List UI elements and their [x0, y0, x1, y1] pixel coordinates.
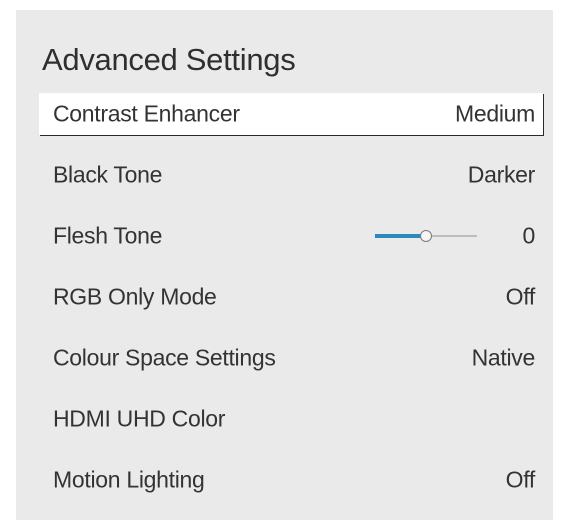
flesh-tone-slider[interactable]: [375, 230, 477, 242]
menu-item-colour-space-settings[interactable]: Colour Space Settings Native: [39, 337, 543, 379]
menu-item-value: Medium: [454, 100, 535, 127]
menu-item-flesh-tone[interactable]: Flesh Tone 0: [39, 215, 543, 257]
menu-item-value: Native: [471, 344, 536, 371]
menu-item-hdmi-uhd-color[interactable]: HDMI UHD Color: [39, 398, 543, 440]
menu-item-label: HDMI UHD Color: [53, 405, 226, 432]
menu-item-rgb-only-mode[interactable]: RGB Only Mode Off: [39, 276, 543, 318]
slider-thumb[interactable]: [420, 230, 432, 242]
menu-item-value: Off: [505, 283, 536, 310]
menu-item-value: 0: [522, 222, 536, 249]
menu-item-contrast-enhancer[interactable]: Contrast Enhancer Medium: [39, 93, 543, 135]
slider-fill: [375, 234, 426, 238]
menu-item-value: Darker: [467, 161, 536, 188]
menu-item-label: Contrast Enhancer: [53, 100, 240, 127]
panel-title: Advanced Settings: [42, 42, 296, 77]
menu-item-label: Colour Space Settings: [53, 344, 276, 371]
menu-item-black-tone[interactable]: Black Tone Darker: [39, 154, 543, 196]
menu-item-label: RGB Only Mode: [53, 283, 217, 310]
menu-item-value: Off: [505, 466, 536, 493]
menu-item-label: Flesh Tone: [53, 222, 163, 249]
advanced-settings-panel: Advanced Settings Contrast Enhancer Medi…: [16, 10, 553, 520]
menu-item-motion-lighting[interactable]: Motion Lighting Off: [39, 459, 543, 501]
menu-item-label: Motion Lighting: [53, 466, 205, 493]
menu-item-label: Black Tone: [53, 161, 163, 188]
